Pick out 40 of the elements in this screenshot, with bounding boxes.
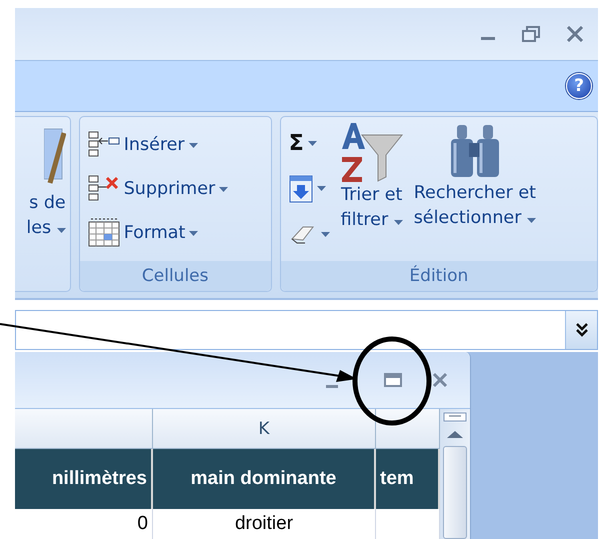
table-header-cell: tem bbox=[376, 449, 440, 509]
format-cells-icon bbox=[88, 218, 120, 248]
ribbon-button[interactable]: Supprimer bbox=[86, 167, 265, 211]
caret-icon bbox=[189, 230, 198, 236]
autosum-button[interactable]: Σ bbox=[286, 122, 332, 166]
maximize-icon[interactable] bbox=[384, 373, 402, 387]
ribbon-button[interactable]: Trier et filtrer bbox=[338, 121, 406, 257]
group-label: Cellules bbox=[80, 261, 271, 291]
ribbon-button[interactable]: Format bbox=[86, 211, 265, 255]
caret-icon bbox=[526, 218, 536, 223]
caret-icon bbox=[320, 232, 330, 237]
group-label: Édition bbox=[280, 261, 597, 291]
ribbon-button[interactable]: Rechercher et sélectionner bbox=[412, 121, 538, 257]
formula-bar[interactable] bbox=[15, 310, 598, 350]
double-chevron-icon bbox=[574, 322, 588, 338]
caret-icon bbox=[316, 186, 326, 192]
minimize-icon[interactable] bbox=[326, 385, 338, 389]
vertical-scrollbar[interactable] bbox=[440, 409, 470, 539]
table-header-cell: nillimètres bbox=[15, 449, 153, 509]
caret-icon bbox=[308, 141, 317, 146]
restore-icon[interactable] bbox=[522, 26, 540, 42]
close-icon[interactable] bbox=[566, 26, 584, 42]
split-handle-icon[interactable] bbox=[443, 412, 467, 422]
column-header[interactable]: K bbox=[153, 409, 376, 449]
close-icon[interactable] bbox=[432, 372, 448, 388]
table-cell: 0 bbox=[15, 509, 153, 539]
table-cell: droitier bbox=[153, 509, 376, 539]
table-header-cell: main dominante bbox=[153, 449, 376, 509]
caret-icon bbox=[394, 220, 403, 225]
ribbon-button[interactable]: Insérer bbox=[86, 123, 265, 167]
caret-icon bbox=[219, 186, 228, 192]
delete-rows-icon bbox=[88, 175, 120, 203]
caret-icon bbox=[188, 142, 198, 148]
column-header[interactable] bbox=[376, 409, 440, 449]
fill-down-icon bbox=[288, 174, 313, 203]
expand-button[interactable] bbox=[565, 311, 597, 349]
insert-rows-icon bbox=[88, 131, 120, 159]
scroll-thumb[interactable] bbox=[443, 446, 467, 539]
sort-filter-icon bbox=[340, 121, 404, 183]
caret-icon bbox=[56, 228, 66, 233]
